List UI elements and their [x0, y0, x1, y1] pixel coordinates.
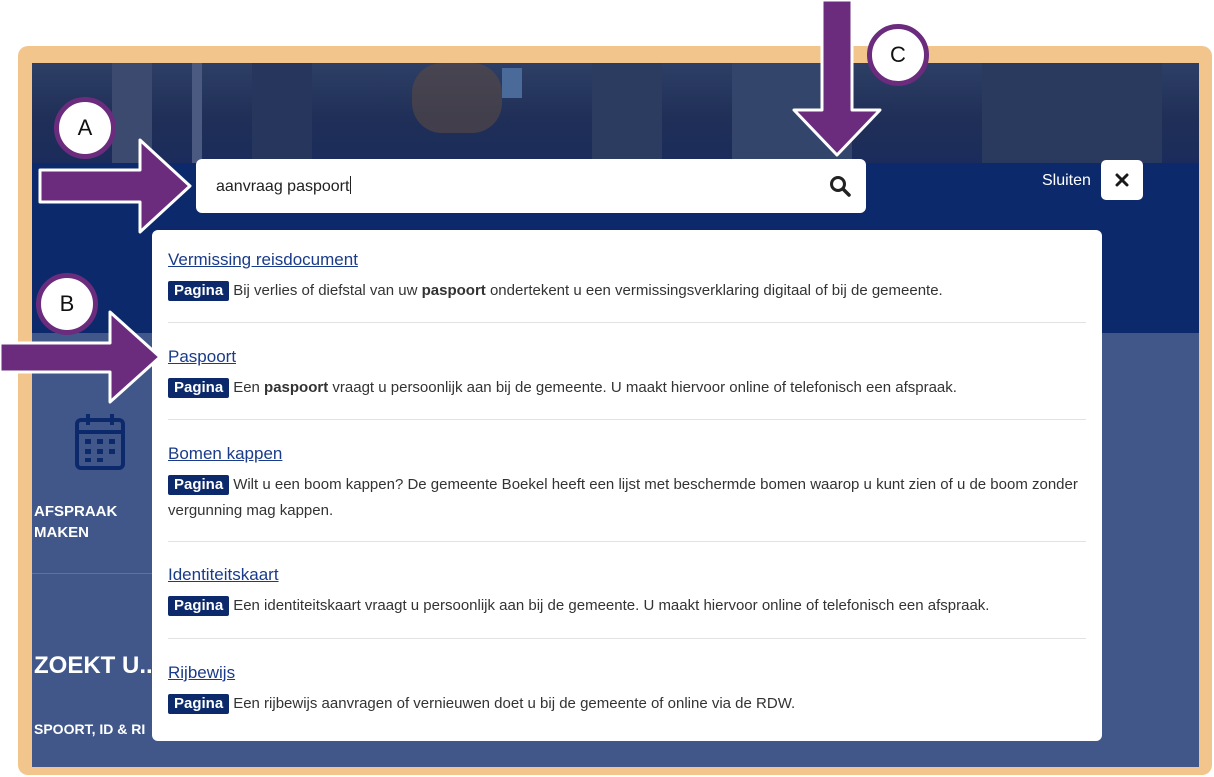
marker-c: C — [867, 24, 929, 86]
arrow-c — [792, 0, 882, 157]
marker-a: A — [54, 97, 116, 159]
annotation-arrows — [0, 0, 882, 404]
arrow-a — [38, 138, 192, 234]
marker-b: B — [36, 273, 98, 335]
